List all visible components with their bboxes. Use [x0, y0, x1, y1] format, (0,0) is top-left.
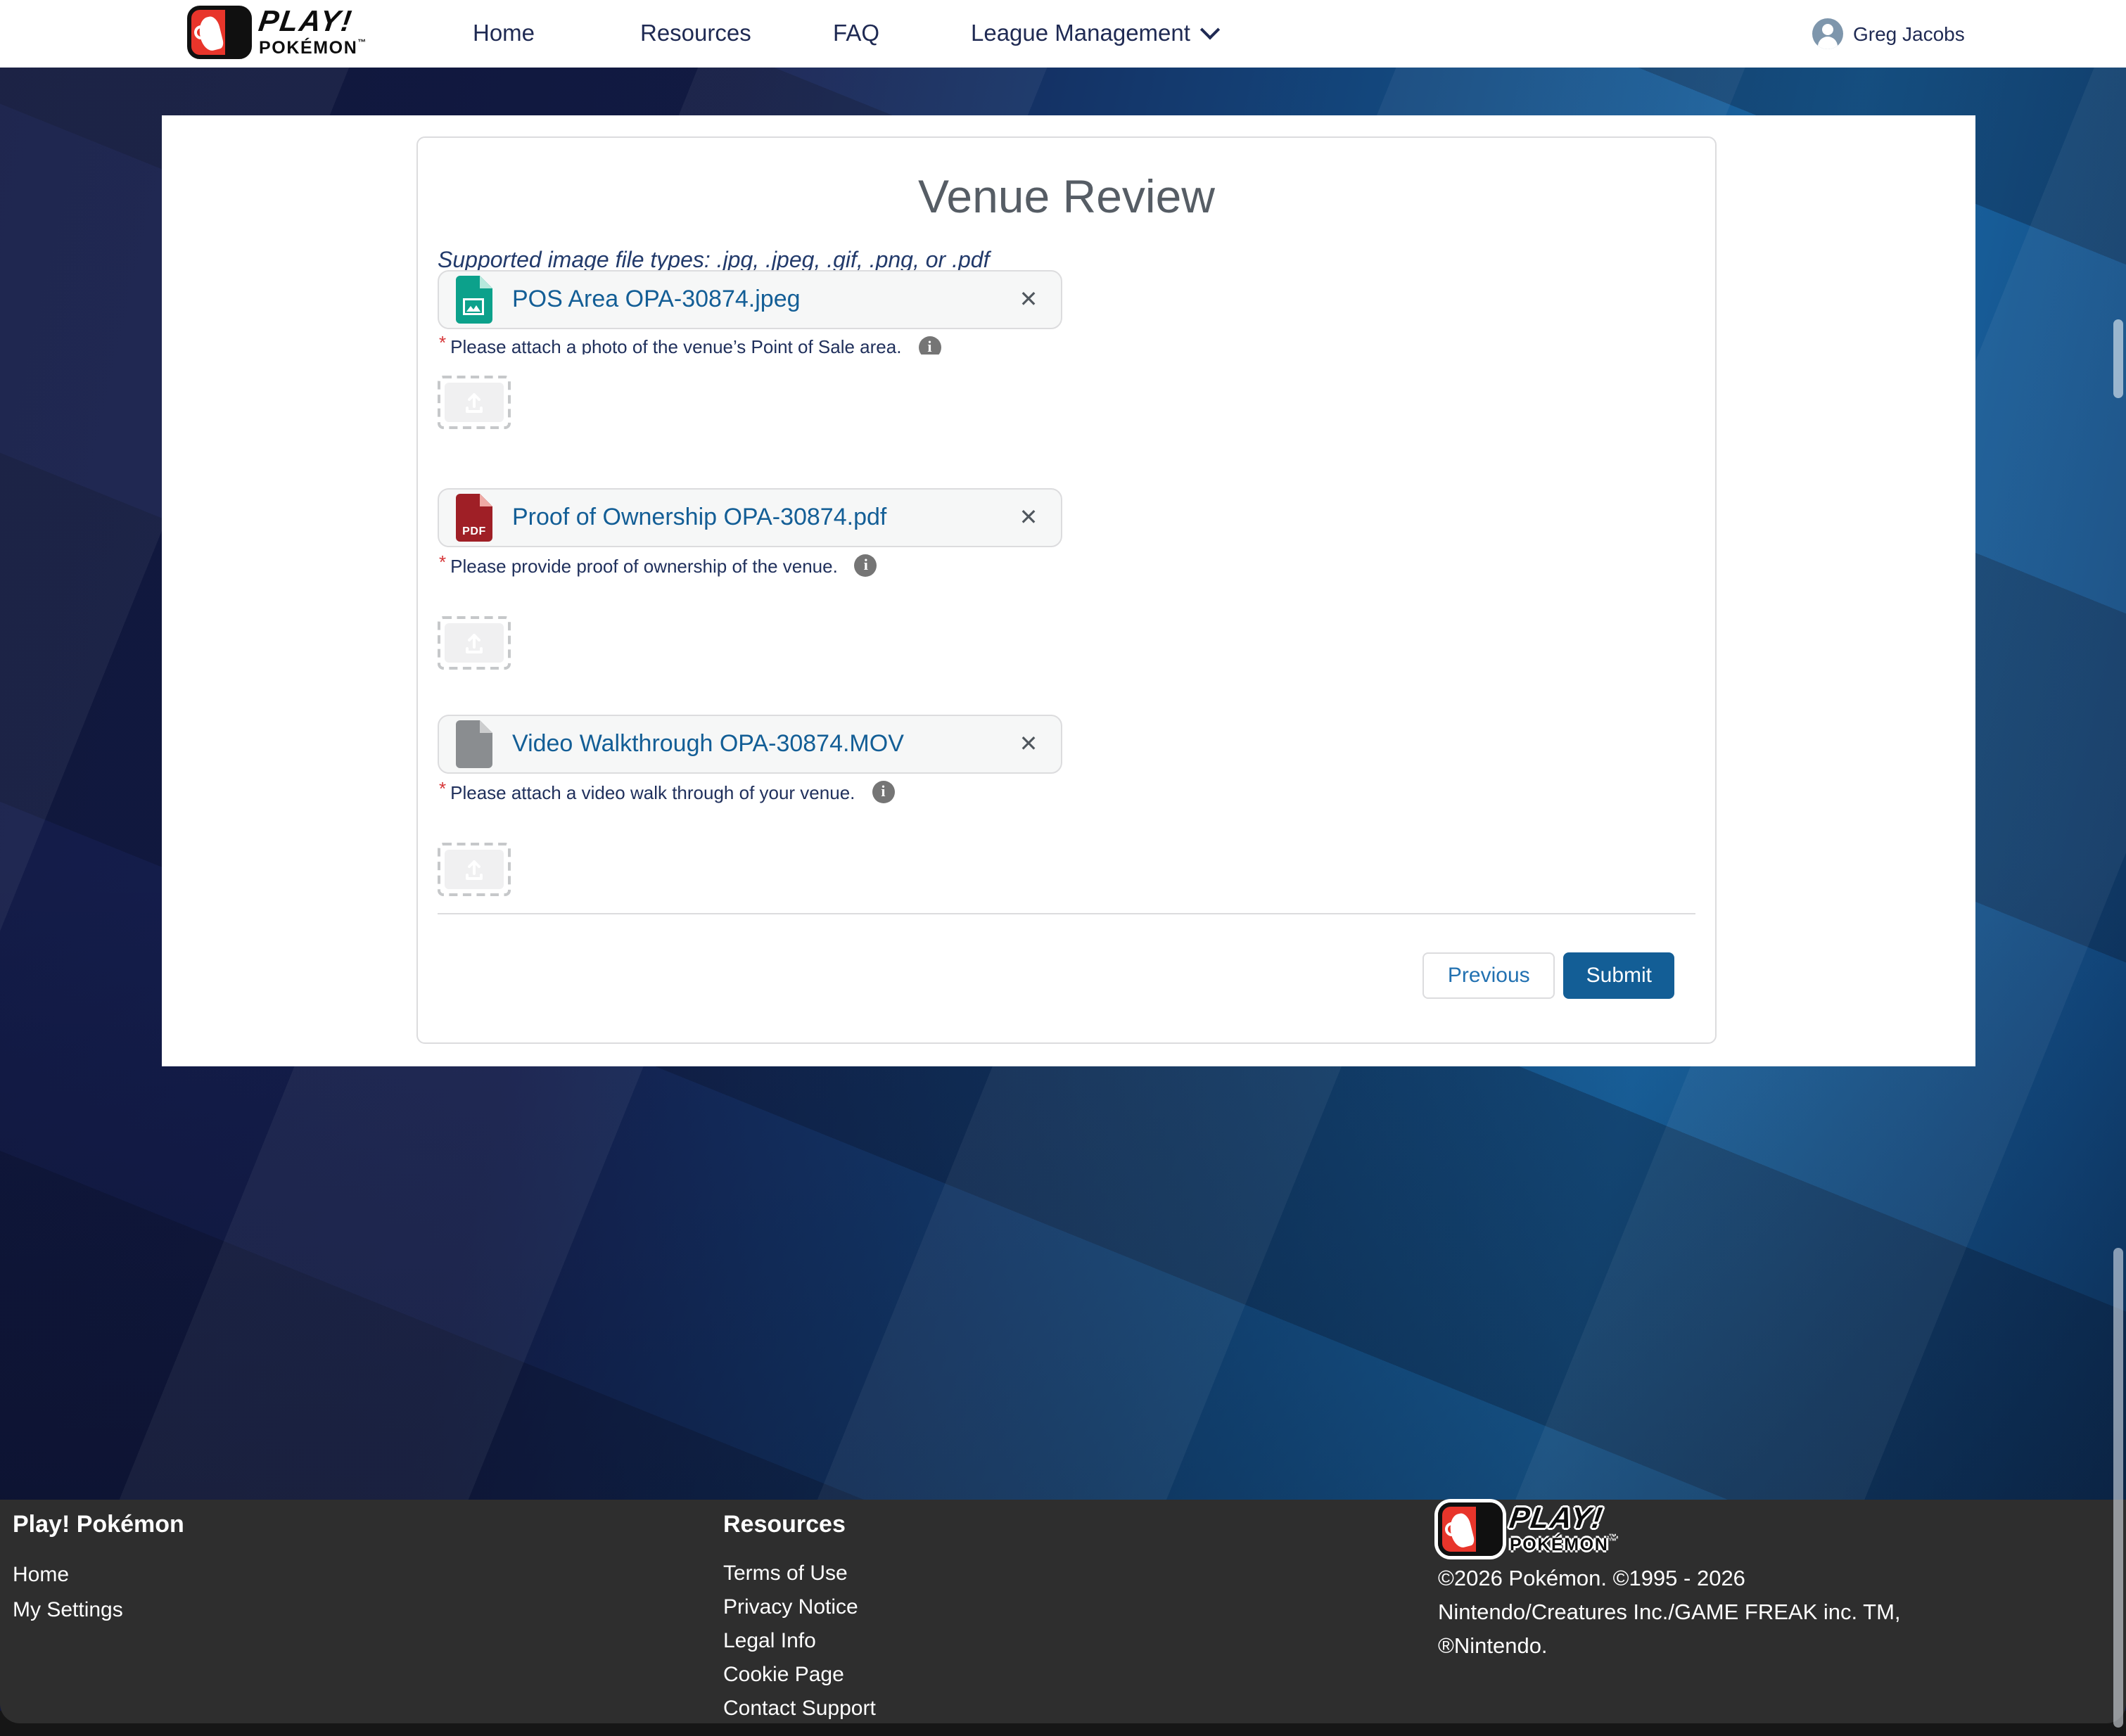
footer-link-home[interactable]: Home	[13, 1557, 184, 1593]
image-glyph-icon	[463, 298, 484, 315]
upload-group: PDF Proof of Ownership OPA-30874.pdf * P…	[438, 488, 1695, 670]
field-helper-row: * Please attach a video walk through of …	[439, 781, 1695, 803]
user-name: Greg Jacobs	[1853, 23, 1965, 45]
helper-text: Please attach a photo of the venue’s Poi…	[450, 336, 901, 355]
submit-button[interactable]: Submit	[1564, 952, 1674, 999]
helper-text: Please attach a video walk through of yo…	[450, 781, 855, 803]
content-panel: Venue Review Supported image file types:…	[162, 115, 1975, 1066]
venue-review-card: Venue Review Supported image file types:…	[416, 136, 1717, 1044]
file-icon-fold	[480, 494, 492, 506]
footer-legal-column: PLAY! POKÉMON™ ©2026 Pokémon. ©1995 - 20…	[1438, 1502, 1901, 1664]
required-asterisk: *	[439, 777, 446, 798]
uploaded-file-card: PDF Proof of Ownership OPA-30874.pdf	[438, 488, 1062, 547]
file-icon-fold	[480, 276, 492, 288]
uploaded-file-card: Video Walkthrough OPA-30874.MOV	[438, 715, 1062, 774]
footer-link-terms-of-use[interactable]: Terms of Use	[723, 1557, 876, 1591]
file-icon-fold	[480, 720, 492, 733]
required-asterisk: *	[439, 336, 446, 353]
page: PLAY! POKÉMON™ Home Resources FAQ League…	[0, 0, 2126, 1736]
info-icon[interactable]	[855, 554, 877, 577]
footer-brand-header: Play! Pokémon	[13, 1511, 184, 1539]
chevron-down-icon	[1200, 20, 1220, 39]
close-icon[interactable]	[1007, 280, 1050, 322]
form-actions: Previous Submit	[438, 952, 1674, 999]
previous-button[interactable]: Previous	[1422, 952, 1555, 999]
pdf-file-icon: PDF	[456, 494, 492, 542]
logo-pokemon-text: POKÉMON™	[259, 40, 367, 58]
close-icon[interactable]	[1007, 725, 1050, 767]
footer-play-pokemon-logo: PLAY! POKÉMON™	[1438, 1502, 1901, 1556]
footer-brand-column: Play! Pokémon Home My Settings	[13, 1511, 184, 1628]
user-menu[interactable]: Greg Jacobs	[1812, 0, 1965, 68]
upload-icon	[463, 858, 485, 881]
trademark-symbol: ™	[357, 40, 367, 49]
upload-dropzone[interactable]	[438, 843, 511, 896]
copyright-text: ©2026 Pokémon. ©1995 - 2026 Nintendo/Cre…	[1438, 1563, 1901, 1664]
footer: Play! Pokémon Home My Settings Resources…	[0, 1500, 2126, 1723]
field-helper-row: * Please provide proof of ownership of t…	[439, 554, 1695, 577]
footer-link-my-settings[interactable]: My Settings	[13, 1593, 184, 1628]
page-title: Venue Review	[438, 169, 1695, 225]
upload-groups: POS Area OPA-30874.jpeg * Please attach …	[438, 270, 1695, 896]
upload-group: POS Area OPA-30874.jpeg * Please attach …	[438, 270, 1695, 429]
helper-text: Please provide proof of ownership of the…	[450, 555, 838, 576]
top-nav: PLAY! POKÉMON™ Home Resources FAQ League…	[0, 0, 2126, 68]
scrollbar-thumb-bottom[interactable]	[2113, 1248, 2123, 1728]
footer-link-cookie-page[interactable]: Cookie Page	[723, 1659, 876, 1692]
uploaded-file-link[interactable]: Proof of Ownership OPA-30874.pdf	[512, 504, 886, 532]
user-avatar-icon	[1812, 18, 1843, 49]
uploaded-file-link[interactable]: POS Area OPA-30874.jpeg	[512, 286, 801, 314]
info-icon[interactable]	[872, 781, 894, 803]
upload-dropzone[interactable]	[438, 616, 511, 670]
field-helper-row: * Please attach a photo of the venue’s P…	[439, 336, 1695, 355]
image-file-icon	[456, 276, 492, 324]
uploaded-file-link[interactable]: Video Walkthrough OPA-30874.MOV	[512, 730, 904, 758]
upload-group: Video Walkthrough OPA-30874.MOV * Please…	[438, 715, 1695, 896]
nav-item-resources[interactable]: Resources	[640, 0, 751, 68]
required-asterisk: *	[439, 551, 446, 572]
file-type-badge: PDF	[456, 525, 492, 537]
nav-item-faq[interactable]: FAQ	[833, 0, 879, 68]
pokemon-emblem-icon	[1438, 1502, 1503, 1556]
nav-item-home[interactable]: Home	[473, 0, 535, 68]
info-icon[interactable]	[918, 336, 941, 355]
footer-link-contact-support[interactable]: Contact Support	[723, 1692, 876, 1726]
upload-icon	[463, 632, 485, 654]
nav-item-league-management[interactable]: League Management	[971, 0, 1217, 68]
form-divider	[438, 913, 1695, 914]
play-pokemon-logo[interactable]: PLAY! POKÉMON™	[187, 6, 367, 59]
scrollbar-thumb-top[interactable]	[2113, 319, 2123, 398]
footer-link-legal-info[interactable]: Legal Info	[723, 1625, 876, 1659]
upload-dropzone[interactable]	[438, 376, 511, 429]
generic-file-icon	[456, 720, 492, 768]
logo-play-text: PLAY!	[257, 8, 369, 37]
upload-icon	[463, 391, 485, 414]
close-icon[interactable]	[1007, 498, 1050, 540]
uploaded-file-card: POS Area OPA-30874.jpeg	[438, 270, 1062, 329]
footer-link-privacy-notice[interactable]: Privacy Notice	[723, 1591, 876, 1625]
supported-file-types-note: Supported image file types: .jpg, .jpeg,…	[438, 249, 1695, 270]
footer-resources-header: Resources	[723, 1511, 876, 1539]
footer-resources-column: Resources Terms of Use Privacy Notice Le…	[723, 1511, 876, 1726]
pokemon-emblem-icon	[187, 6, 252, 59]
